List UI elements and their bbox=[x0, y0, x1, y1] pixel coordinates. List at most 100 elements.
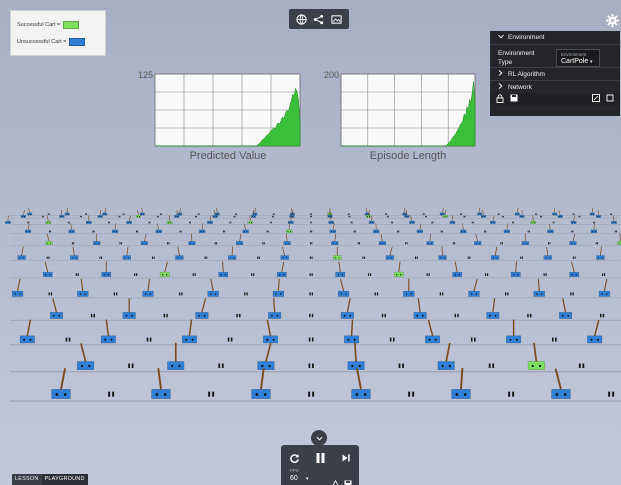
track-marker bbox=[431, 221, 434, 224]
unsuccessful-cart bbox=[590, 223, 598, 234]
track-marker bbox=[223, 230, 226, 233]
env-item-network[interactable]: Network bbox=[490, 80, 620, 93]
track-marker bbox=[47, 213, 50, 215]
image-icon[interactable] bbox=[329, 12, 343, 26]
unsuccessful-cart bbox=[263, 319, 278, 344]
gear-icon[interactable] bbox=[606, 14, 619, 27]
track-marker bbox=[398, 363, 404, 368]
triangle-icon[interactable] bbox=[331, 475, 340, 485]
unsuccessful-cart bbox=[452, 261, 463, 277]
unsuccessful-cart bbox=[331, 233, 339, 246]
track-marker bbox=[71, 242, 75, 245]
track-marker bbox=[204, 256, 208, 259]
track-marker bbox=[595, 242, 599, 245]
environment-select-value: CartPole bbox=[561, 58, 589, 65]
share-icon[interactable] bbox=[312, 12, 326, 26]
tab-lesson[interactable]: LESSON bbox=[12, 474, 42, 485]
track-marker bbox=[48, 292, 53, 296]
track-marker bbox=[146, 337, 152, 342]
legend-successful: Successful Cart = bbox=[17, 16, 99, 33]
track-marker bbox=[310, 213, 312, 215]
charts-layer: 125 Predicted Value 200 Episode Length bbox=[138, 70, 476, 162]
lock-icon[interactable] bbox=[496, 93, 504, 105]
chart-ymax-label: 125 bbox=[138, 70, 153, 80]
track-marker bbox=[122, 213, 125, 215]
unsuccessful-cart bbox=[351, 368, 371, 399]
unsuccessful-cart bbox=[385, 246, 395, 260]
track-marker bbox=[504, 292, 509, 296]
env-item-rl-algorithm[interactable]: RL Algorithm bbox=[490, 67, 620, 80]
unsuccessful-cart bbox=[51, 368, 71, 399]
unsuccessful-cart bbox=[449, 215, 456, 224]
track-marker bbox=[463, 215, 466, 218]
unsuccessful-cart bbox=[19, 319, 35, 344]
track-marker bbox=[309, 256, 313, 259]
unsuccessful-cart bbox=[49, 298, 63, 319]
pause-icon[interactable] bbox=[313, 451, 327, 465]
track-marker bbox=[484, 230, 487, 233]
track-marker bbox=[65, 337, 71, 342]
track-marker bbox=[543, 273, 547, 276]
unsuccessful-cart bbox=[214, 207, 220, 216]
track-marker bbox=[347, 213, 350, 215]
tab-playground[interactable]: PLAYGROUND bbox=[41, 474, 88, 485]
playback-controls: FPS 60 ▾ bbox=[281, 445, 359, 485]
caret-down-icon[interactable]: ▾ bbox=[306, 476, 309, 482]
track-marker bbox=[350, 221, 353, 224]
track-marker bbox=[251, 273, 255, 276]
unsuccessful-cart bbox=[519, 209, 525, 218]
track-marker bbox=[214, 242, 218, 245]
unsuccessful-cart bbox=[207, 278, 219, 297]
track-marker bbox=[92, 230, 95, 233]
square-icon[interactable] bbox=[606, 94, 614, 104]
footer-left-icons bbox=[496, 93, 518, 105]
unsuccessful-cart bbox=[451, 368, 471, 399]
globe-icon[interactable] bbox=[295, 12, 309, 26]
save-icon[interactable] bbox=[344, 475, 352, 485]
track-marker bbox=[41, 215, 44, 218]
step-forward-icon[interactable] bbox=[339, 451, 353, 465]
fps-select[interactable]: 60 bbox=[290, 475, 298, 482]
successful-cart-swatch bbox=[63, 20, 80, 29]
save-icon[interactable] bbox=[510, 94, 518, 105]
chart-ymax-label: 200 bbox=[324, 70, 339, 80]
unsuccessful-cart bbox=[64, 207, 70, 216]
track-marker bbox=[308, 363, 314, 368]
unsuccessful-cart bbox=[477, 207, 483, 216]
unsuccessful-cart bbox=[181, 319, 197, 344]
fullscreen-icon[interactable] bbox=[592, 94, 600, 104]
restart-icon[interactable] bbox=[287, 451, 301, 465]
environment-header[interactable]: Environment bbox=[490, 31, 620, 45]
track-marker bbox=[271, 215, 274, 218]
track-marker bbox=[470, 337, 476, 342]
track-marker bbox=[178, 292, 183, 296]
track-marker bbox=[357, 242, 360, 245]
track-marker bbox=[308, 337, 314, 342]
track-marker bbox=[471, 221, 474, 224]
track-marker bbox=[460, 213, 462, 215]
track-marker bbox=[160, 213, 162, 215]
track-marker bbox=[119, 242, 122, 245]
track-marker bbox=[408, 391, 415, 397]
environment-select[interactable]: Environment CartPole ▾ bbox=[556, 49, 600, 67]
cart-grid bbox=[5, 207, 621, 399]
unsuccessful-cart bbox=[559, 298, 573, 319]
track-marker bbox=[189, 221, 191, 224]
unsuccessful-cart bbox=[409, 215, 415, 224]
chart-0: 125 Predicted Value bbox=[138, 70, 301, 162]
track-marker bbox=[348, 215, 351, 218]
track-marker bbox=[422, 213, 425, 215]
track-marker bbox=[108, 391, 115, 397]
unsuccessful-cart bbox=[199, 223, 206, 234]
track-marker bbox=[227, 337, 233, 342]
playback-buttons bbox=[281, 451, 359, 465]
track-marker bbox=[578, 363, 585, 368]
unsuccessful-cart bbox=[235, 233, 244, 246]
collapse-controls-button[interactable] bbox=[311, 430, 327, 446]
track-marker bbox=[229, 221, 232, 224]
environment-type-row: Environment Type Environment CartPole ▾ bbox=[490, 45, 620, 67]
track-marker bbox=[368, 273, 372, 276]
unsuccessful-cart bbox=[280, 246, 289, 260]
track-marker bbox=[405, 242, 408, 245]
unsuccessful-cart bbox=[337, 279, 350, 297]
